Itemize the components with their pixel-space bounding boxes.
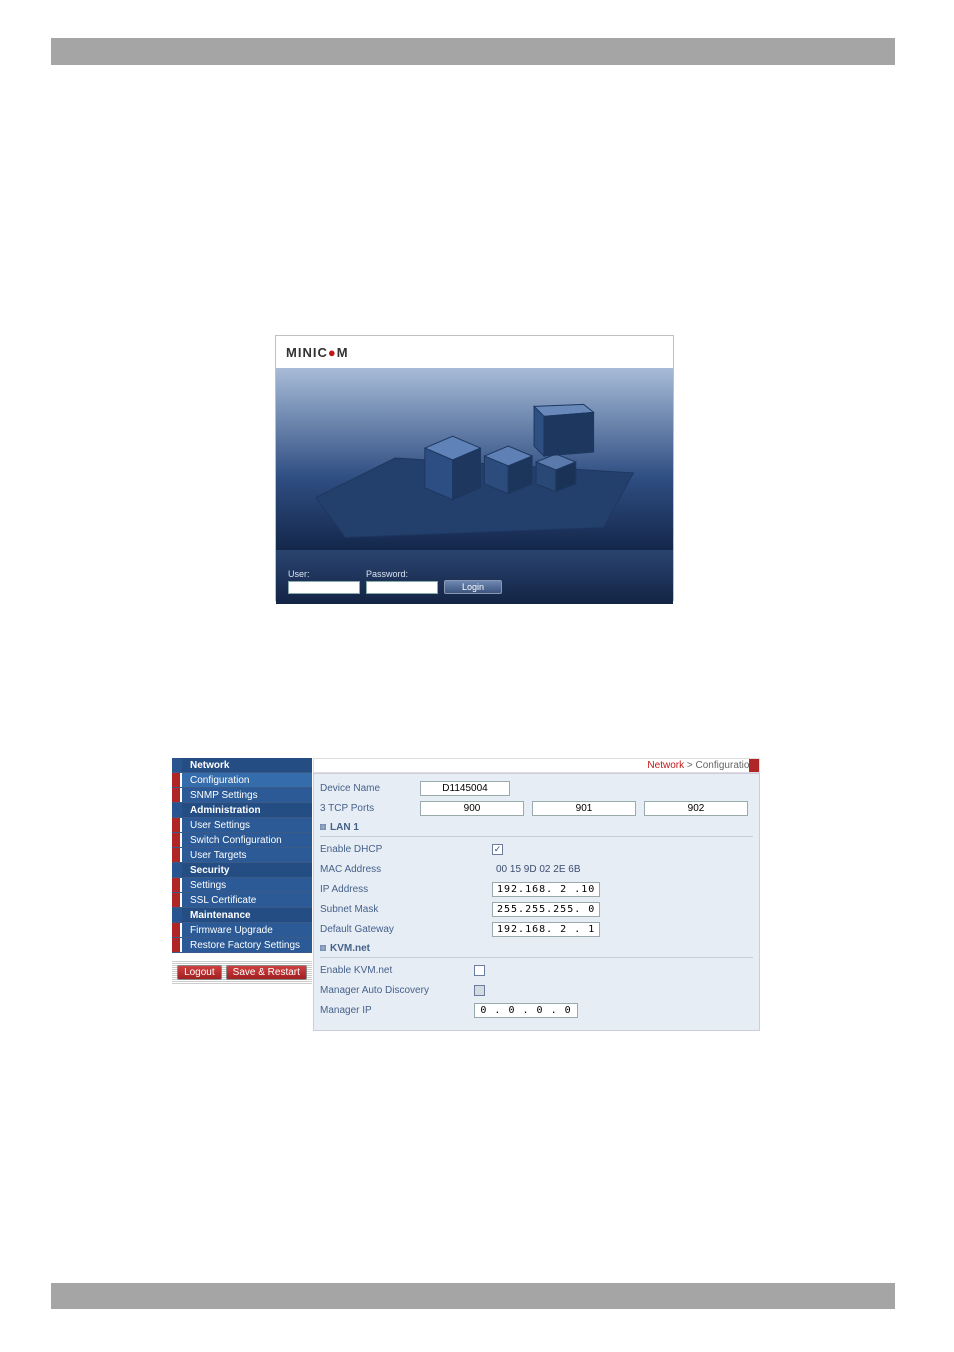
sidebar-item-firmware-upgrade[interactable]: Firmware Upgrade — [172, 923, 312, 938]
breadcrumb-sep: > — [687, 760, 693, 771]
breadcrumb-current: Configuration — [696, 760, 755, 771]
mac-address-label: MAC Address — [320, 864, 484, 875]
page-header-bar — [51, 38, 895, 65]
manager-ip-label: Manager IP — [320, 1005, 466, 1016]
sidebar-item-configuration[interactable]: Configuration — [172, 773, 312, 788]
default-gateway-input[interactable] — [492, 922, 600, 937]
save-restart-button[interactable]: Save & Restart — [226, 965, 307, 980]
auto-discovery-checkbox[interactable] — [474, 985, 485, 996]
sidebar-item-ssl-certificate[interactable]: SSL Certificate — [172, 893, 312, 908]
sidebar: Network Configuration SNMP Settings Admi… — [172, 758, 312, 984]
tcp-port-2-input[interactable] — [532, 801, 636, 816]
tcp-ports-label: 3 TCP Ports — [320, 803, 412, 814]
enable-dhcp-label: Enable DHCP — [320, 844, 484, 855]
user-label: User: — [288, 569, 360, 579]
ip-address-label: IP Address — [320, 884, 484, 895]
login-button[interactable]: Login — [444, 580, 502, 594]
brand-suffix: M — [337, 345, 349, 360]
user-field-group: User: — [288, 569, 360, 594]
sidebar-header-network[interactable]: Network — [172, 758, 312, 773]
brand-prefix: MINIC — [286, 345, 328, 360]
password-input[interactable] — [366, 581, 438, 594]
sidebar-header-administration[interactable]: Administration — [172, 803, 312, 818]
password-label: Password: — [366, 569, 438, 579]
default-gateway-label: Default Gateway — [320, 924, 484, 935]
logout-button[interactable]: Logout — [177, 965, 222, 980]
brand-logo: MINIC●M — [276, 336, 673, 368]
manager-ip-input[interactable] — [474, 1003, 578, 1018]
user-input[interactable] — [288, 581, 360, 594]
kvmnet-section-title: KVM.net — [320, 941, 753, 958]
cubes-graphic-icon — [276, 368, 673, 550]
brand-accent: ● — [328, 345, 337, 360]
mac-address-value: 00 15 9D 02 2E 6B — [492, 864, 581, 875]
sidebar-item-security-settings[interactable]: Settings — [172, 878, 312, 893]
sidebar-item-switch-configuration[interactable]: Switch Configuration — [172, 833, 312, 848]
device-name-input[interactable] — [420, 781, 510, 796]
page-footer-bar — [51, 1283, 895, 1309]
login-hero-image — [276, 368, 673, 550]
subnet-mask-input[interactable] — [492, 902, 600, 917]
breadcrumb: Network > Configuration — [313, 758, 760, 773]
enable-kvmnet-checkbox[interactable] — [474, 965, 485, 976]
ip-address-input[interactable] — [492, 882, 600, 897]
login-form: User: Password: Login — [276, 550, 673, 604]
config-panel: Network Configuration SNMP Settings Admi… — [172, 758, 760, 1039]
breadcrumb-root: Network — [647, 760, 684, 771]
sidebar-header-security[interactable]: Security — [172, 863, 312, 878]
password-field-group: Password: — [366, 569, 438, 594]
main-content: Network > Configuration Device Name 3 TC… — [313, 758, 760, 1031]
config-form: Device Name 3 TCP Ports LAN 1 Enable DHC… — [313, 773, 760, 1031]
sidebar-buttons: Logout Save & Restart — [172, 961, 312, 984]
enable-dhcp-checkbox[interactable]: ✓ — [492, 844, 503, 855]
sidebar-item-user-settings[interactable]: User Settings — [172, 818, 312, 833]
breadcrumb-cap — [749, 759, 759, 772]
sidebar-item-user-targets[interactable]: User Targets — [172, 848, 312, 863]
lan1-section-title: LAN 1 — [320, 820, 753, 837]
enable-kvmnet-label: Enable KVM.net — [320, 965, 466, 976]
login-panel: MINIC●M User: — [275, 335, 674, 601]
sidebar-header-maintenance[interactable]: Maintenance — [172, 908, 312, 923]
device-name-label: Device Name — [320, 783, 412, 794]
tcp-port-1-input[interactable] — [420, 801, 524, 816]
subnet-mask-label: Subnet Mask — [320, 904, 484, 915]
sidebar-item-snmp-settings[interactable]: SNMP Settings — [172, 788, 312, 803]
tcp-port-3-input[interactable] — [644, 801, 748, 816]
auto-discovery-label: Manager Auto Discovery — [320, 985, 466, 996]
sidebar-item-restore-factory[interactable]: Restore Factory Settings — [172, 938, 312, 953]
